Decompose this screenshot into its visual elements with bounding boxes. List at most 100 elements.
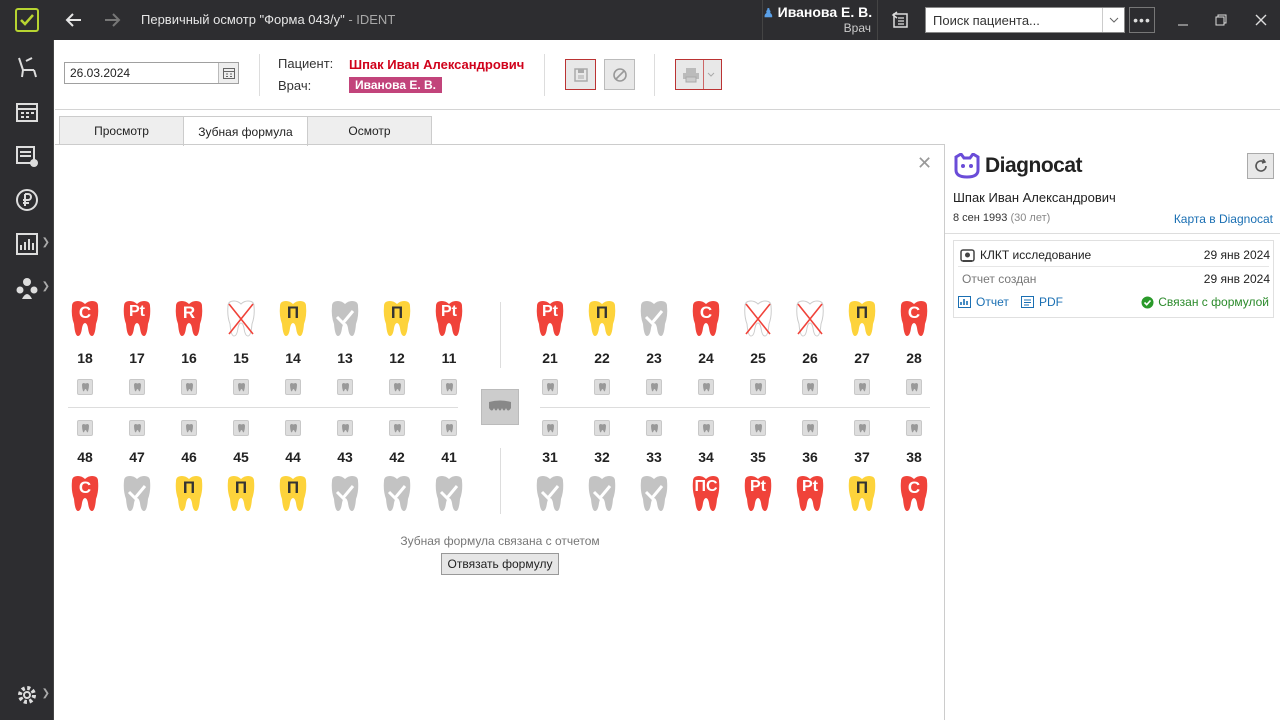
current-user[interactable]: ♟ Иванова Е. В. Врач xyxy=(762,0,878,40)
tooth-detail-toggle[interactable] xyxy=(594,420,610,436)
pdf-link[interactable]: PDF xyxy=(1021,295,1063,309)
back-arrow-icon[interactable] xyxy=(60,0,88,40)
tooth-24[interactable]: C xyxy=(688,300,724,340)
tooth-detail-toggle[interactable] xyxy=(77,379,93,395)
close-formula-icon[interactable]: ✕ xyxy=(917,153,932,174)
tooth-43[interactable] xyxy=(327,475,363,515)
tooth-detail-toggle[interactable] xyxy=(285,379,301,395)
patient-search-combobox[interactable]: Поиск пациента... xyxy=(925,7,1125,33)
tooth-15[interactable] xyxy=(223,300,259,340)
tooth-11[interactable]: Pt xyxy=(431,300,467,340)
ruble-icon[interactable] xyxy=(0,180,54,220)
tooth-detail-toggle[interactable] xyxy=(441,420,457,436)
tooth-46[interactable]: П xyxy=(171,475,207,515)
tooth-detail-toggle[interactable] xyxy=(698,379,714,395)
report-link[interactable]: Отчет xyxy=(958,295,1009,309)
documents-check-icon[interactable] xyxy=(0,136,54,176)
tooth-detail-toggle[interactable] xyxy=(750,379,766,395)
tooth-25[interactable] xyxy=(740,300,776,340)
dental-chair-icon[interactable] xyxy=(0,48,54,88)
tooth-detail-toggle[interactable] xyxy=(646,379,662,395)
tooth-12[interactable]: П xyxy=(379,300,415,340)
tooth-detail-toggle[interactable] xyxy=(233,379,249,395)
tooth-detail-toggle[interactable] xyxy=(594,379,610,395)
tooth-18[interactable]: C xyxy=(67,300,103,340)
tooth-45[interactable]: П xyxy=(223,475,259,515)
tooth-38[interactable]: C xyxy=(896,475,932,515)
tooth-36[interactable]: Pt xyxy=(792,475,828,515)
tooth-detail-toggle[interactable] xyxy=(389,420,405,436)
tooth-detail-toggle[interactable] xyxy=(181,420,197,436)
unlink-formula-button[interactable]: Отвязать формулу xyxy=(441,553,559,575)
tab-view[interactable]: Просмотр xyxy=(59,116,184,145)
tooth-31[interactable] xyxy=(532,475,568,515)
staff-icon[interactable]: ❯ xyxy=(0,268,54,308)
forward-arrow-icon[interactable] xyxy=(98,0,126,40)
tooth-37[interactable]: П xyxy=(844,475,880,515)
save-button[interactable] xyxy=(565,59,596,90)
tooth-detail-toggle[interactable] xyxy=(854,420,870,436)
tooth-detail-toggle[interactable] xyxy=(285,420,301,436)
refresh-button[interactable] xyxy=(1247,153,1274,179)
tooth-detail-toggle[interactable] xyxy=(906,420,922,436)
tooth-14[interactable]: П xyxy=(275,300,311,340)
tooth-detail-toggle[interactable] xyxy=(129,379,145,395)
user-name: Иванова Е. В. xyxy=(777,4,873,20)
tooth-48[interactable]: C xyxy=(67,475,103,515)
tooth-42[interactable] xyxy=(379,475,415,515)
cancel-button[interactable] xyxy=(604,59,635,90)
tooth-detail-toggle[interactable] xyxy=(129,420,145,436)
app-logo[interactable] xyxy=(0,0,54,40)
tooth-28[interactable]: C xyxy=(896,300,932,340)
tooth-detail-toggle[interactable] xyxy=(337,379,353,395)
tooth-41[interactable] xyxy=(431,475,467,515)
doctor-name[interactable]: Иванова Е. В. xyxy=(349,77,442,93)
tooth-detail-toggle[interactable] xyxy=(698,420,714,436)
tooth-detail-toggle[interactable] xyxy=(77,420,93,436)
tooth-detail-toggle[interactable] xyxy=(854,379,870,395)
tooth-34[interactable]: ПС xyxy=(688,475,724,515)
tooth-47[interactable] xyxy=(119,475,155,515)
tooth-detail-toggle[interactable] xyxy=(542,379,558,395)
tooth-detail-toggle[interactable] xyxy=(802,420,818,436)
more-options-button[interactable]: ••• xyxy=(1129,7,1155,33)
tooth-detail-toggle[interactable] xyxy=(337,420,353,436)
restore-icon[interactable] xyxy=(1208,0,1234,40)
tooth-13[interactable] xyxy=(327,300,363,340)
close-icon[interactable] xyxy=(1248,0,1274,40)
tooth-33[interactable] xyxy=(636,475,672,515)
tooth-detail-toggle[interactable] xyxy=(646,420,662,436)
history-icon[interactable] xyxy=(886,0,914,40)
tooth-detail-toggle[interactable] xyxy=(441,379,457,395)
minimize-icon[interactable] xyxy=(1170,0,1196,40)
tooth-22[interactable]: П xyxy=(584,300,620,340)
tooth-16[interactable]: R xyxy=(171,300,207,340)
date-field[interactable]: 26.03.2024 xyxy=(64,62,239,84)
tooth-detail-toggle[interactable] xyxy=(750,420,766,436)
tooth-23[interactable] xyxy=(636,300,672,340)
tooth-26[interactable] xyxy=(792,300,828,340)
tooth-32[interactable] xyxy=(584,475,620,515)
tab-examination[interactable]: Осмотр xyxy=(307,116,432,145)
tooth-27[interactable]: П xyxy=(844,300,880,340)
tooth-detail-toggle[interactable] xyxy=(802,379,818,395)
reports-chart-icon[interactable]: ❯ xyxy=(0,224,54,264)
tooth-detail-toggle[interactable] xyxy=(542,420,558,436)
jaw-toggle-button[interactable] xyxy=(481,389,519,425)
chevron-down-icon[interactable] xyxy=(1102,8,1124,32)
tooth-17[interactable]: Pt xyxy=(119,300,155,340)
patient-name[interactable]: Шпак Иван Александрович xyxy=(349,57,524,72)
tooth-44[interactable]: П xyxy=(275,475,311,515)
settings-gear-icon[interactable]: ❯ xyxy=(0,675,54,715)
tooth-detail-toggle[interactable] xyxy=(181,379,197,395)
tooth-detail-toggle[interactable] xyxy=(906,379,922,395)
diagnocat-card-link[interactable]: Карта в Diagnocat xyxy=(1174,212,1273,226)
schedule-icon[interactable] xyxy=(0,92,54,132)
calendar-icon[interactable] xyxy=(218,63,238,83)
tab-dental-formula[interactable]: Зубная формула xyxy=(183,116,308,146)
tooth-detail-toggle[interactable] xyxy=(389,379,405,395)
tooth-detail-toggle[interactable] xyxy=(233,420,249,436)
print-button[interactable] xyxy=(675,59,722,90)
tooth-35[interactable]: Pt xyxy=(740,475,776,515)
tooth-21[interactable]: Pt xyxy=(532,300,568,340)
